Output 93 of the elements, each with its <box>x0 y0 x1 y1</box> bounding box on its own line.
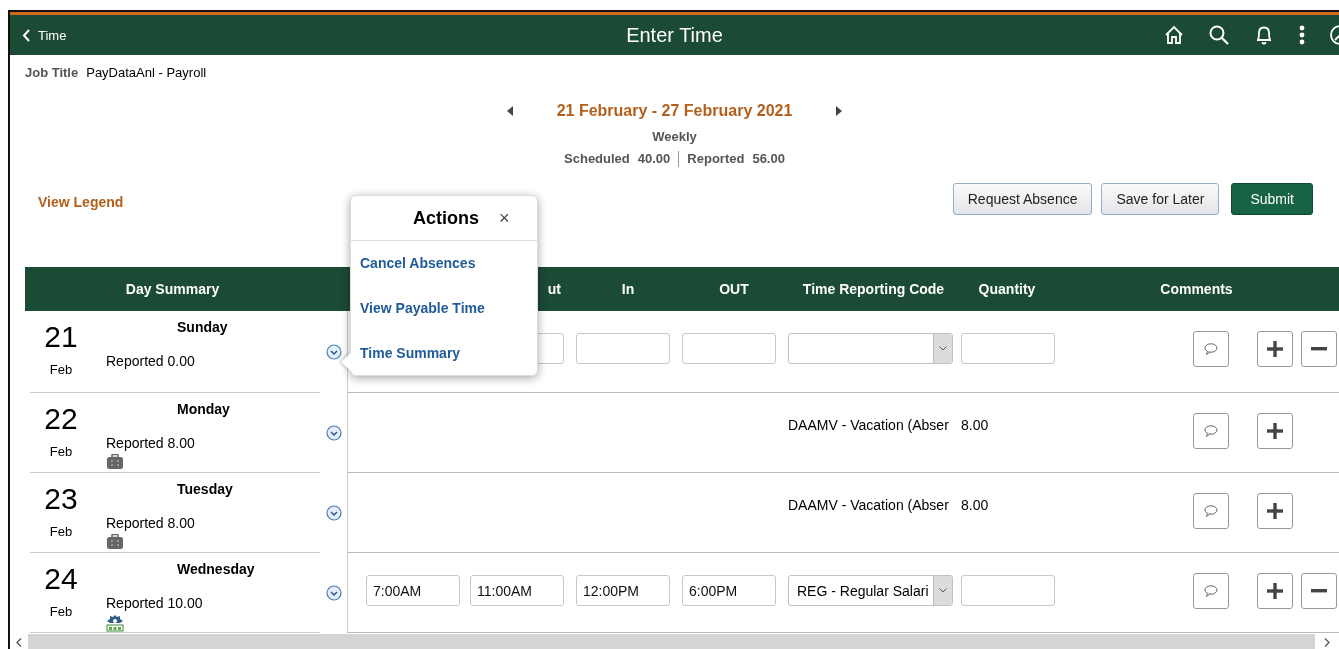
home-icon[interactable] <box>1163 24 1185 46</box>
page-title: Enter Time <box>626 23 723 47</box>
plus-icon <box>1267 583 1283 599</box>
add-row-button[interactable] <box>1257 331 1293 367</box>
quantity-value: 8.00 <box>961 496 990 513</box>
plus-icon <box>1267 341 1283 357</box>
column-header: Comments <box>1159 281 1234 297</box>
quantity-field[interactable] <box>961 575 1055 606</box>
job-title-value: PayDataAnl - Payroll <box>86 65 207 81</box>
month-label: Feb <box>49 604 73 619</box>
search-icon[interactable] <box>1208 24 1230 46</box>
time-field[interactable] <box>576 333 670 364</box>
horizontal-scrollbar[interactable] <box>10 634 1339 649</box>
comment-button[interactable] <box>1193 573 1229 609</box>
comment-button[interactable] <box>1193 413 1229 449</box>
time-field[interactable]: 11:00AM <box>470 575 564 606</box>
time-reporting-code: DAAMV - Vacation (Abser <box>788 496 950 513</box>
column-header: Day Summary <box>124 281 221 297</box>
reported-hours: Reported 10.00 <box>106 595 203 611</box>
weekday-label: Monday <box>176 401 230 417</box>
column-header: ut <box>546 281 562 297</box>
action-button[interactable]: Request Absence <box>952 183 1093 215</box>
time-field[interactable]: 7:00AM <box>366 575 460 606</box>
expand-chevron-icon[interactable] <box>325 585 342 601</box>
period-frequency: Weekly <box>651 129 698 145</box>
code-dropdown[interactable]: REG - Regular Salari <box>788 575 953 606</box>
speech-bubble-icon <box>1204 425 1218 437</box>
plus-icon <box>1267 423 1283 439</box>
gear-icon <box>106 614 124 632</box>
column-header: Time Reporting Code <box>801 281 946 297</box>
quantity-value: 8.00 <box>961 416 990 433</box>
time-field[interactable]: 6:00PM <box>682 575 776 606</box>
minus-icon <box>1311 589 1327 593</box>
reported-hours: Reported 8.00 <box>106 515 195 531</box>
remove-row-button[interactable] <box>1301 331 1337 367</box>
speech-bubble-icon <box>1204 505 1218 517</box>
menu-item[interactable]: View Payable Time <box>360 300 485 317</box>
speech-bubble-icon <box>1204 585 1218 597</box>
date-range: 21 February - 27 February 2021 <box>556 102 793 120</box>
column-header: OUT <box>718 281 750 297</box>
month-label: Feb <box>49 362 73 377</box>
next-arrow-icon[interactable] <box>836 106 843 116</box>
month-label: Feb <box>49 444 73 459</box>
plus-icon <box>1267 503 1283 519</box>
expand-chevron-icon[interactable] <box>325 505 342 521</box>
scheduled-hours: 40.00 <box>637 151 671 167</box>
expand-chevron-icon[interactable] <box>325 344 342 360</box>
scroll-right-icon[interactable] <box>1324 638 1330 647</box>
minus-icon <box>1311 347 1327 351</box>
back-chevron-icon <box>22 28 30 42</box>
menu-item[interactable]: Cancel Absences <box>360 255 476 272</box>
time-field[interactable] <box>682 333 776 364</box>
day-number: 24 <box>44 564 78 594</box>
back-link[interactable]: Time <box>22 27 67 43</box>
quantity-field[interactable] <box>961 333 1055 364</box>
scroll-left-icon[interactable] <box>16 638 22 647</box>
chevron-down-icon <box>939 588 947 593</box>
column-header: Quantity <box>977 281 1037 297</box>
reported-hours: Reported 0.00 <box>106 353 195 369</box>
day-number: 21 <box>44 322 78 352</box>
remove-row-button[interactable] <box>1301 573 1337 609</box>
add-row-button[interactable] <box>1257 413 1293 449</box>
expand-chevron-icon[interactable] <box>325 425 342 441</box>
column-header: In <box>620 281 636 297</box>
reported-hours: 56.00 <box>752 151 785 167</box>
action-button[interactable]: Save for Later <box>1101 183 1220 215</box>
comment-button[interactable] <box>1193 493 1229 529</box>
reported-hours: Reported 8.00 <box>106 435 195 451</box>
day-number: 22 <box>44 404 78 434</box>
kebab-menu-icon[interactable] <box>1298 24 1306 46</box>
speech-bubble-icon <box>1204 343 1218 355</box>
add-row-button[interactable] <box>1257 573 1293 609</box>
chevron-down-icon <box>939 346 947 351</box>
submit-button[interactable]: Submit <box>1231 183 1313 215</box>
popover-title: Actions <box>413 207 479 229</box>
time-field[interactable]: 12:00PM <box>576 575 670 606</box>
day-number: 23 <box>44 484 78 514</box>
time-reporting-code: DAAMV - Vacation (Abser <box>788 416 950 433</box>
month-label: Feb <box>49 524 73 539</box>
reported-label: Reported <box>687 151 745 167</box>
weekday-label: Wednesday <box>176 561 255 577</box>
menu-item[interactable]: Time Summary <box>360 345 461 362</box>
add-row-button[interactable] <box>1257 493 1293 529</box>
field-label: Job Title <box>25 65 79 81</box>
view-legend-link[interactable]: View Legend <box>38 194 124 210</box>
previous-arrow-icon[interactable] <box>506 106 513 116</box>
comment-button[interactable] <box>1193 331 1229 367</box>
weekday-label: Sunday <box>176 319 228 335</box>
suitcase-icon <box>106 454 124 470</box>
weekday-label: Tuesday <box>176 481 233 497</box>
scheduled-label: Scheduled <box>564 151 630 167</box>
close-button[interactable]: × <box>497 207 512 229</box>
suitcase-icon <box>106 534 124 550</box>
